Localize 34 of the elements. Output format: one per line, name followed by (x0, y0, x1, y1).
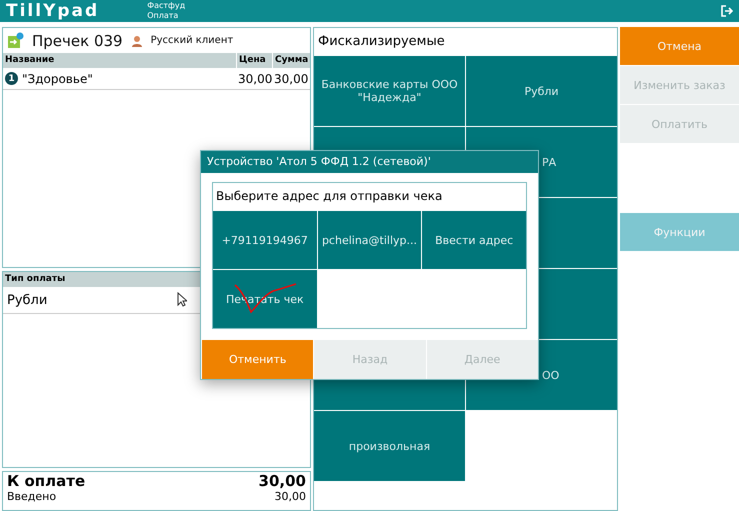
panel-title: Фискализируемые (317, 33, 446, 51)
logo: TillYpad (6, 1, 100, 21)
receipt-icon (7, 32, 24, 49)
column-header: Тип оплаты (4, 273, 66, 286)
item-price: 30,00 (237, 72, 272, 86)
position-number: 1 (5, 72, 18, 85)
payment-method-tile[interactable]: Банковские карты ООО "Надежда" (314, 56, 465, 126)
payment-type-name: Рубли (7, 292, 48, 308)
column-header: Название (4, 54, 56, 67)
due-label: К оплате (7, 472, 86, 490)
column-header: Цена (236, 53, 272, 68)
action-button[interactable]: Отмена (620, 27, 739, 65)
person-icon (130, 34, 143, 46)
address-option-button[interactable]: pchelina@tillyp... (318, 211, 422, 269)
payment-method-tile[interactable]: произвольная (314, 411, 465, 481)
payment-method-tile[interactable]: Рубли (466, 56, 617, 126)
order-row[interactable]: 1 "Здоровье" 30,00 30,00 (3, 68, 310, 90)
item-title: "Здоровье" (22, 72, 93, 86)
address-option-button[interactable]: +79119194967 (213, 211, 317, 269)
prompt-text: Выберите адрес для отправки чека (215, 188, 444, 205)
precheck-title: Пречек 039 (32, 32, 123, 50)
entered-label: Введено (7, 490, 56, 503)
dialog-button[interactable]: Отменить (201, 340, 314, 379)
due-amount: 30,00 (258, 472, 306, 490)
client-name: Русский клиент (150, 35, 234, 46)
address-option-button[interactable]: Ввести адрес (422, 211, 526, 269)
screen-title: Оплата (147, 11, 180, 21)
pointer-icon (177, 292, 187, 307)
dialog-title: Устройство 'Атол 5 ФФД 1.2 (сетевой)' (201, 151, 538, 173)
app-mode-label: Фастфуд (147, 1, 186, 11)
entered-amount: 30,00 (274, 490, 306, 503)
exit-icon[interactable] (721, 5, 733, 17)
item-sum: 30,00 (273, 72, 310, 86)
column-header: Сумма (272, 53, 310, 68)
